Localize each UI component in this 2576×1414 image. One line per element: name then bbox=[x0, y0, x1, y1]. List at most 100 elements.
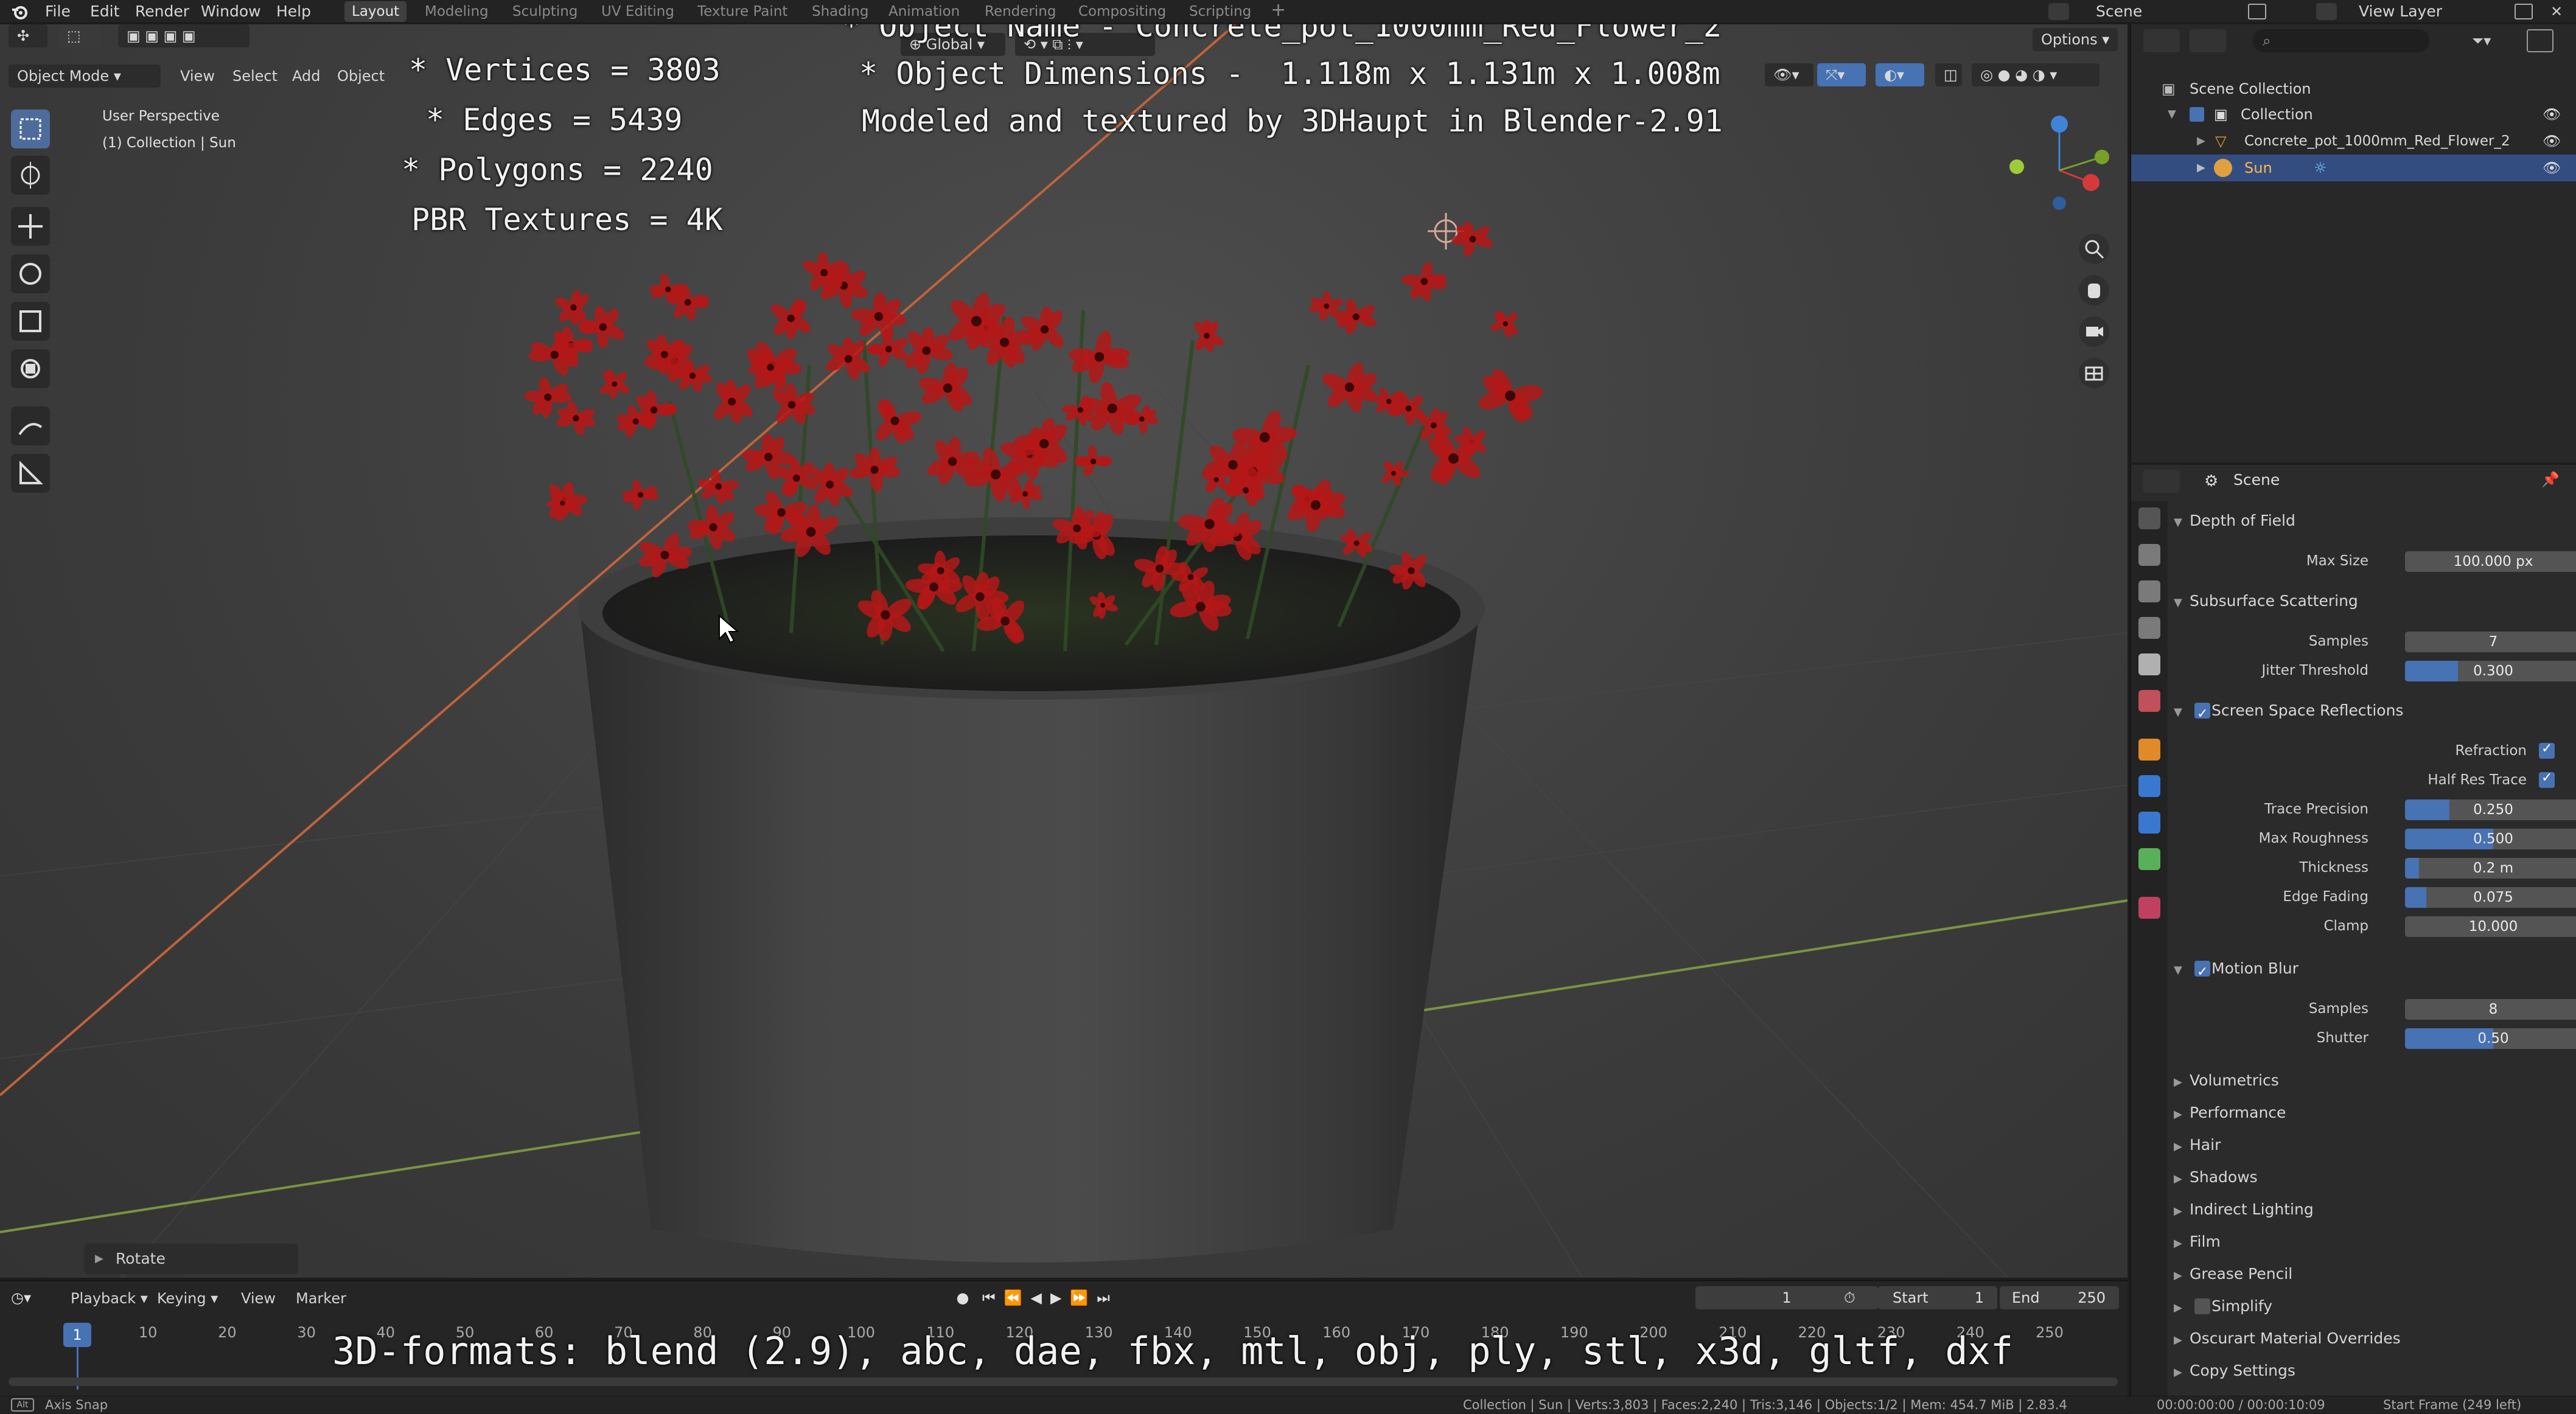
texture-tab-icon[interactable] bbox=[2138, 897, 2160, 919]
section-simplify[interactable]: ▶ Simplify bbox=[2174, 1293, 2569, 1320]
viewport-menu-add[interactable]: Add bbox=[284, 64, 329, 88]
view-layer-icon[interactable] bbox=[2316, 3, 2337, 20]
motion-blur-checkbox[interactable] bbox=[2194, 959, 2210, 986]
scene-icon[interactable] bbox=[2048, 3, 2069, 20]
pin-icon[interactable]: 📌 bbox=[2541, 471, 2560, 488]
section-oscurart-material-overrides[interactable]: ▶ Oscurart Material Overrides bbox=[2174, 1325, 2569, 1352]
view-layer-name-field[interactable]: View Layer bbox=[2359, 0, 2442, 23]
expand-arrow-icon[interactable]: ▶ bbox=[2197, 155, 2205, 181]
outliner-row-sun[interactable]: ▶ Sun ☼ 👁 bbox=[2131, 155, 2576, 181]
outliner-editor-type-icon[interactable] bbox=[2143, 29, 2180, 52]
viewport-menu-object[interactable]: Object bbox=[329, 64, 393, 88]
start-frame-field[interactable]: Start 1 bbox=[1878, 1286, 1997, 1309]
visibility-toggle-icon[interactable]: 👁▾ bbox=[1765, 63, 1813, 86]
tool-scale[interactable] bbox=[11, 302, 50, 341]
section-screen-space-reflections[interactable]: ▼Screen Space Reflections bbox=[2174, 697, 2569, 728]
eye-icon[interactable]: 👁 bbox=[2543, 101, 2561, 128]
playback-controls[interactable]: ⏮⏪◀▶⏩⏭ bbox=[982, 1286, 1140, 1309]
tool-tab-icon[interactable] bbox=[2138, 507, 2160, 529]
workspace-tab-modeling[interactable]: Modeling bbox=[417, 1, 496, 22]
navigation-gizmo[interactable] bbox=[1990, 103, 2112, 225]
menu-help[interactable]: Help bbox=[276, 0, 311, 23]
xray-toggle-icon[interactable]: ◫ bbox=[1935, 63, 1962, 86]
timeline-menu-keying[interactable]: Keying ▾ bbox=[157, 1287, 218, 1309]
tool-transform[interactable] bbox=[11, 349, 50, 388]
workspace-tab-sculpting[interactable]: Sculpting bbox=[505, 1, 585, 22]
editor-type-icon[interactable]: ✣ bbox=[9, 24, 47, 47]
section-copy-settings[interactable]: ▶ Copy Settings bbox=[2174, 1357, 2569, 1384]
trace-precision-slider[interactable]: 0.250 bbox=[2405, 799, 2576, 820]
section-motion-blur[interactable]: ▼Motion Blur bbox=[2174, 955, 2569, 986]
mode-dropdown[interactable]: Object Mode ▾ bbox=[9, 64, 161, 88]
expand-arrow-icon[interactable]: ▶ bbox=[2197, 128, 2205, 155]
viewport-menu-select[interactable]: Select bbox=[224, 64, 286, 88]
camera-view-icon[interactable] bbox=[2079, 316, 2109, 347]
section-volumetrics[interactable]: ▶ Volumetrics bbox=[2174, 1067, 2569, 1094]
section-film[interactable]: ▶ Film bbox=[2174, 1228, 2569, 1255]
eye-icon[interactable]: 👁 bbox=[2543, 155, 2561, 181]
render-tab-icon[interactable] bbox=[2138, 544, 2160, 566]
timeline-editor-type-icon[interactable]: ◷▾ bbox=[11, 1286, 54, 1309]
jitter-threshold-slider[interactable]: 0.300 bbox=[2405, 661, 2576, 681]
3d-viewport[interactable]: ✣ ⬚ ▣ ▣ ▣ ▣ Object Mode ▾ View Select Ad… bbox=[0, 24, 2127, 1278]
add-workspace-button[interactable]: + bbox=[1263, 1, 1293, 22]
tool-rotate[interactable] bbox=[11, 254, 50, 293]
thickness-slider[interactable]: 0.2 m bbox=[2405, 858, 2576, 879]
playhead-marker[interactable]: 1 bbox=[63, 1323, 91, 1347]
new-scene-icon[interactable] bbox=[2248, 4, 2266, 19]
world-tab-icon[interactable] bbox=[2138, 690, 2160, 712]
outliner-search-input[interactable]: ⌕ bbox=[2253, 29, 2429, 52]
record-button[interactable]: ● bbox=[951, 1286, 975, 1309]
shutter-slider[interactable]: 0.50 bbox=[2405, 1028, 2576, 1049]
gizmo-toggle-icon[interactable]: ⤧▾ bbox=[1817, 63, 1866, 86]
collapse-arrow-icon[interactable]: ▼ bbox=[2168, 101, 2176, 128]
physics-tab-icon[interactable] bbox=[2138, 775, 2160, 797]
select-mode-buttons[interactable]: ▣ ▣ ▣ ▣ bbox=[118, 24, 250, 47]
simplify-checkbox[interactable] bbox=[2194, 1298, 2210, 1314]
properties-editor-type-icon[interactable] bbox=[2143, 470, 2180, 493]
timeline-menu-playback[interactable]: Playback ▾ bbox=[71, 1287, 148, 1309]
workspace-tab-scripting[interactable]: Scripting bbox=[1182, 1, 1258, 22]
workspace-tab-compositing[interactable]: Compositing bbox=[1071, 1, 1173, 22]
outliner-row-scene-collection[interactable]: ▣ Scene Collection bbox=[2131, 75, 2576, 102]
viewport-menu-view[interactable]: View bbox=[172, 64, 223, 88]
max-size-field[interactable]: 100.000 px bbox=[2405, 551, 2576, 572]
section-shadows[interactable]: ▶ Shadows bbox=[2174, 1164, 2569, 1191]
select-tool-icon[interactable]: ⬚ bbox=[58, 24, 100, 47]
section-depth-of-field[interactable]: ▼ Depth of Field bbox=[2174, 507, 2569, 534]
new-view-layer-icon[interactable] bbox=[2515, 4, 2533, 19]
mblur-samples-field[interactable]: 8 bbox=[2405, 999, 2576, 1020]
constraints-tab-icon[interactable] bbox=[2138, 812, 2160, 834]
workspace-tab-shading[interactable]: Shading bbox=[805, 1, 876, 22]
refraction-checkbox[interactable] bbox=[2539, 741, 2555, 759]
menu-render[interactable]: Render bbox=[135, 0, 189, 23]
section-indirect-lighting[interactable]: ▶ Indirect Lighting bbox=[2174, 1196, 2569, 1223]
workspace-tab-rendering[interactable]: Rendering bbox=[977, 1, 1063, 22]
scene-tab-icon[interactable] bbox=[2138, 653, 2160, 675]
options-dropdown[interactable]: Options ▾ bbox=[2033, 28, 2118, 51]
tool-cursor[interactable] bbox=[11, 156, 50, 195]
scene-name-field[interactable]: Scene bbox=[2096, 0, 2142, 23]
workspace-tab-uv-editing[interactable]: UV Editing bbox=[594, 1, 682, 22]
collection-checkbox[interactable] bbox=[2190, 107, 2204, 122]
half-res-trace-checkbox[interactable] bbox=[2539, 770, 2555, 788]
section-subsurface-scattering[interactable]: ▼ Subsurface Scattering bbox=[2174, 588, 2569, 615]
pan-hand-icon[interactable] bbox=[2079, 275, 2109, 305]
workspace-tab-texture-paint[interactable]: Texture Paint bbox=[690, 1, 795, 22]
outliner-row-object[interactable]: ▶ ▽ Concrete_pot_1000mm_Red_Flower_2 👁 bbox=[2131, 128, 2576, 155]
ortho-toggle-icon[interactable] bbox=[2079, 358, 2109, 388]
edge-fading-slider[interactable]: 0.075 bbox=[2405, 887, 2576, 908]
section-performance[interactable]: ▶ Performance bbox=[2174, 1099, 2569, 1126]
preview-range-icon[interactable]: ⏱ bbox=[1844, 1286, 1868, 1309]
object-tab-icon[interactable] bbox=[2138, 739, 2160, 761]
tool-annotate[interactable] bbox=[11, 406, 50, 445]
tool-select-box[interactable] bbox=[11, 110, 50, 148]
new-collection-icon[interactable] bbox=[2527, 29, 2553, 52]
section-grease-pencil[interactable]: ▶ Grease Pencil bbox=[2174, 1261, 2569, 1287]
close-view-layer-icon[interactable]: ✕ bbox=[2547, 4, 2566, 19]
section-hair[interactable]: ▶ Hair bbox=[2174, 1132, 2569, 1158]
workspace-tab-animation[interactable]: Animation bbox=[881, 1, 967, 22]
menu-window[interactable]: Window bbox=[201, 0, 261, 23]
tool-measure[interactable] bbox=[11, 454, 50, 493]
sss-samples-field[interactable]: 7 bbox=[2405, 632, 2576, 652]
